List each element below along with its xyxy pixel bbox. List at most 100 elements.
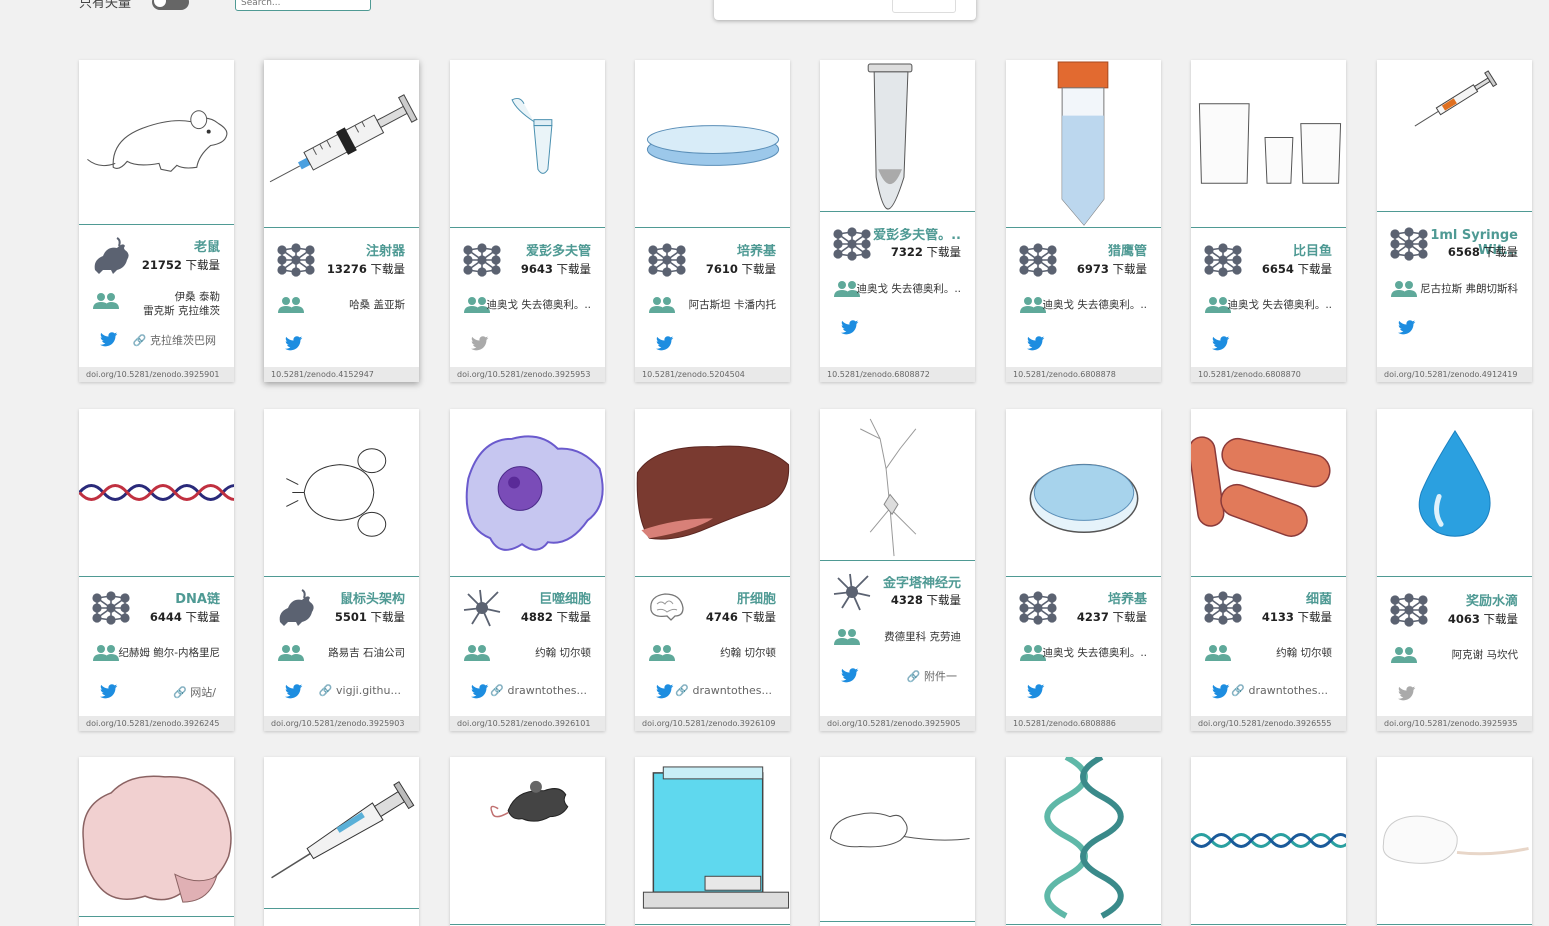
website-link[interactable]: 🔗 drawntothes... <box>672 684 772 697</box>
asset-card[interactable]: DNA链 6444 下载量 纪赫姆 鲍尔-内格里尼 🔗 网站/doi.org/10.5… <box>79 409 234 731</box>
doi-label[interactable]: doi.org/10.5281/zenodo.3925905 <box>820 716 975 731</box>
card-title[interactable]: 奖励水滴 <box>1428 594 1518 609</box>
card-title[interactable]: DNA链 <box>130 592 220 607</box>
balance-image[interactable] <box>635 757 790 925</box>
asset-card[interactable]: 老鼠 21752 下载量 伊桑 泰勒 雷克斯 克拉维茨 🔗 克拉维茨巴网 doi.org/… <box>79 60 234 382</box>
asset-card[interactable]: 奖励水滴 4063 下载量 阿克谢 马坎代 doi.org/10.5281/zenod… <box>1377 409 1532 731</box>
doi-label[interactable]: doi.org/10.5281/zenodo.3925901 <box>79 367 234 382</box>
card-title[interactable]: 比目鱼 <box>1242 244 1332 259</box>
doi-label[interactable]: doi.org/10.5281/zenodo.3925953 <box>450 367 605 382</box>
asset-card[interactable] <box>635 757 790 926</box>
doi-label[interactable]: doi.org/10.5281/zenodo.3925935 <box>1377 716 1532 731</box>
asset-card[interactable]: 1ml Syringe Wit... 6568 下载量 尼古拉斯 弗朗切斯科 doi.… <box>1377 60 1532 382</box>
authors[interactable]: 路易吉 石油公司 <box>297 646 405 660</box>
twitter-icon[interactable] <box>1398 686 1416 702</box>
asset-card[interactable] <box>1006 757 1161 926</box>
authors[interactable]: 阿克谢 马坎代 <box>1410 648 1518 662</box>
card-title[interactable]: 肝细胞 <box>686 592 776 607</box>
card-title[interactable]: 培养基 <box>686 244 776 259</box>
neuron-image[interactable] <box>820 409 975 561</box>
asset-card[interactable]: 鼠标头架构 5501 下载量 路易吉 石油公司 🔗 vigji.githu... doi… <box>264 409 419 731</box>
authors[interactable]: 约翰 切尔顿 <box>483 646 591 660</box>
card-title[interactable]: 细菌 <box>1242 592 1332 607</box>
syringe-small-image[interactable] <box>1377 60 1532 212</box>
doi-label[interactable]: doi.org/10.5281/zenodo.3926109 <box>635 716 790 731</box>
card-title[interactable]: 猎鹰管 <box>1057 244 1147 259</box>
dna-horizontal-image[interactable] <box>1191 757 1346 925</box>
authors[interactable]: 约翰 切尔顿 <box>1224 646 1332 660</box>
asset-card[interactable]: 培养基 4237 下载量 迪奥戈 失去德奥利。.. 10.5281/zenodo.68… <box>1006 409 1161 731</box>
mouse-outline-image[interactable] <box>79 60 234 225</box>
doi-label[interactable]: doi.org/10.5281/zenodo.4912419 <box>1377 367 1532 382</box>
authors[interactable]: 伊桑 泰勒 雷克斯 克拉维茨 <box>112 290 220 318</box>
asset-card[interactable] <box>264 757 419 926</box>
asset-card[interactable]: 肝细胞 4746 下载量 约翰 切尔顿 🔗 drawntothes... doi.org… <box>635 409 790 731</box>
mouse-head-image[interactable] <box>264 409 419 577</box>
asset-card[interactable]: 爱彭多夫管 9643 下载量 迪奥戈 失去德奥利。.. doi.org/10.5281… <box>450 60 605 382</box>
card-title[interactable]: 老鼠 <box>130 240 220 255</box>
authors[interactable]: 费德里科 克劳迪 <box>853 630 961 644</box>
asset-card[interactable]: 比目鱼 6654 下载量 迪奥戈 失去德奥利。.. 10.5281/zenodo.68… <box>1191 60 1346 382</box>
authors[interactable]: 迪奥戈 失去德奥利。.. <box>1224 298 1332 312</box>
website-link[interactable]: 🔗 克拉维茨巴网 <box>116 332 216 348</box>
asset-card[interactable]: 细菌 4133 下载量 约翰 切尔顿 🔗 drawntothes... doi.org/… <box>1191 409 1346 731</box>
brain-image[interactable] <box>79 757 234 917</box>
search-input[interactable] <box>235 0 371 11</box>
asset-card[interactable] <box>1191 757 1346 926</box>
asset-card[interactable]: 猎鹰管 6973 下载量 迪奥戈 失去德奥利。.. 10.5281/zenodo.68… <box>1006 60 1161 382</box>
beakers-image[interactable] <box>1191 60 1346 228</box>
asset-card[interactable]: 培养基 7610 下载量 阿古斯坦 卡潘内托 10.5281/zenodo.52045… <box>635 60 790 382</box>
card-title[interactable]: 注射器 <box>315 244 405 259</box>
popup-button[interactable] <box>892 0 956 13</box>
authors[interactable]: 尼古拉斯 弗朗切斯科 <box>1410 282 1518 296</box>
doi-label[interactable]: 10.5281/zenodo.4152947 <box>264 367 419 382</box>
twitter-icon[interactable] <box>1027 336 1045 352</box>
dna-strand-image[interactable] <box>79 409 234 577</box>
twitter-icon[interactable] <box>1027 684 1045 700</box>
twitter-icon[interactable] <box>1398 320 1416 336</box>
card-title[interactable]: 金字塔神经元 <box>871 576 961 591</box>
doi-label[interactable]: doi.org/10.5281/zenodo.3926555 <box>1191 716 1346 731</box>
eppendorf-tube-image[interactable] <box>820 60 975 212</box>
asset-card[interactable]: 爱彭多夫管。.. 7322 下载量 迪奥戈 失去德奥利。.. 10.5281/zeno… <box>820 60 975 382</box>
falcon-tube-image[interactable] <box>1006 60 1161 228</box>
website-link[interactable]: 🔗 drawntothes... <box>1228 684 1328 697</box>
doi-label[interactable]: doi.org/10.5281/zenodo.3926101 <box>450 716 605 731</box>
liver-image[interactable] <box>635 409 790 577</box>
mouse-dark-image[interactable] <box>450 757 605 925</box>
asset-card[interactable]: 注射器 13276 下载量 哈桑 盖亚斯 10.5281/zenodo.4152947 <box>264 60 419 382</box>
doi-label[interactable]: 10.5281/zenodo.6808870 <box>1191 367 1346 382</box>
website-link[interactable]: 🔗 vigji.githu... <box>301 684 401 697</box>
asset-card[interactable] <box>79 757 234 926</box>
website-link[interactable]: 🔗 网站/ <box>116 684 216 700</box>
syringe-image[interactable] <box>264 60 419 228</box>
twitter-icon[interactable] <box>285 336 303 352</box>
authors[interactable]: 迪奥戈 失去德奥利。.. <box>853 282 961 296</box>
website-link[interactable]: 🔗 drawntothes... <box>487 684 587 697</box>
asset-card[interactable] <box>450 757 605 926</box>
twitter-icon[interactable] <box>1212 336 1230 352</box>
twitter-icon[interactable] <box>471 336 489 352</box>
website-link[interactable]: 🔗 附件一 <box>857 668 957 684</box>
authors[interactable]: 纪赫姆 鲍尔-内格里尼 <box>112 646 220 660</box>
card-title[interactable]: 爱彭多夫管。.. <box>871 228 961 243</box>
rat-outline-image[interactable] <box>820 757 975 922</box>
authors[interactable]: 迪奥戈 失去德奥利。.. <box>1039 298 1147 312</box>
doi-label[interactable]: doi.org/10.5281/zenodo.3925903 <box>264 716 419 731</box>
asset-card[interactable]: 金字塔神经元 4328 下载量 费德里科 克劳迪 🔗 附件一 doi.org/10.52… <box>820 409 975 731</box>
card-title[interactable]: 鼠标头架构 <box>315 592 405 607</box>
dna-vertical-image[interactable] <box>1006 757 1161 925</box>
authors[interactable]: 约翰 切尔顿 <box>668 646 776 660</box>
asset-card[interactable] <box>1377 757 1532 926</box>
mouse-white-image[interactable] <box>1377 757 1532 925</box>
petri-dish-image[interactable] <box>1006 409 1161 577</box>
authors[interactable]: 哈桑 盖亚斯 <box>297 298 405 312</box>
authors[interactable]: 阿古斯坦 卡潘内托 <box>668 298 776 312</box>
card-title[interactable]: 爱彭多夫管 <box>501 244 591 259</box>
authors[interactable]: 迪奥戈 失去德奥利。.. <box>483 298 591 312</box>
doi-label[interactable]: 10.5281/zenodo.6808878 <box>1006 367 1161 382</box>
card-title[interactable]: 巨噬细胞 <box>501 592 591 607</box>
card-title[interactable]: 培养基 <box>1057 592 1147 607</box>
asset-card[interactable] <box>820 757 975 926</box>
asset-card[interactable]: 巨噬细胞 4882 下载量 约翰 切尔顿 🔗 drawntothes... doi.or… <box>450 409 605 731</box>
